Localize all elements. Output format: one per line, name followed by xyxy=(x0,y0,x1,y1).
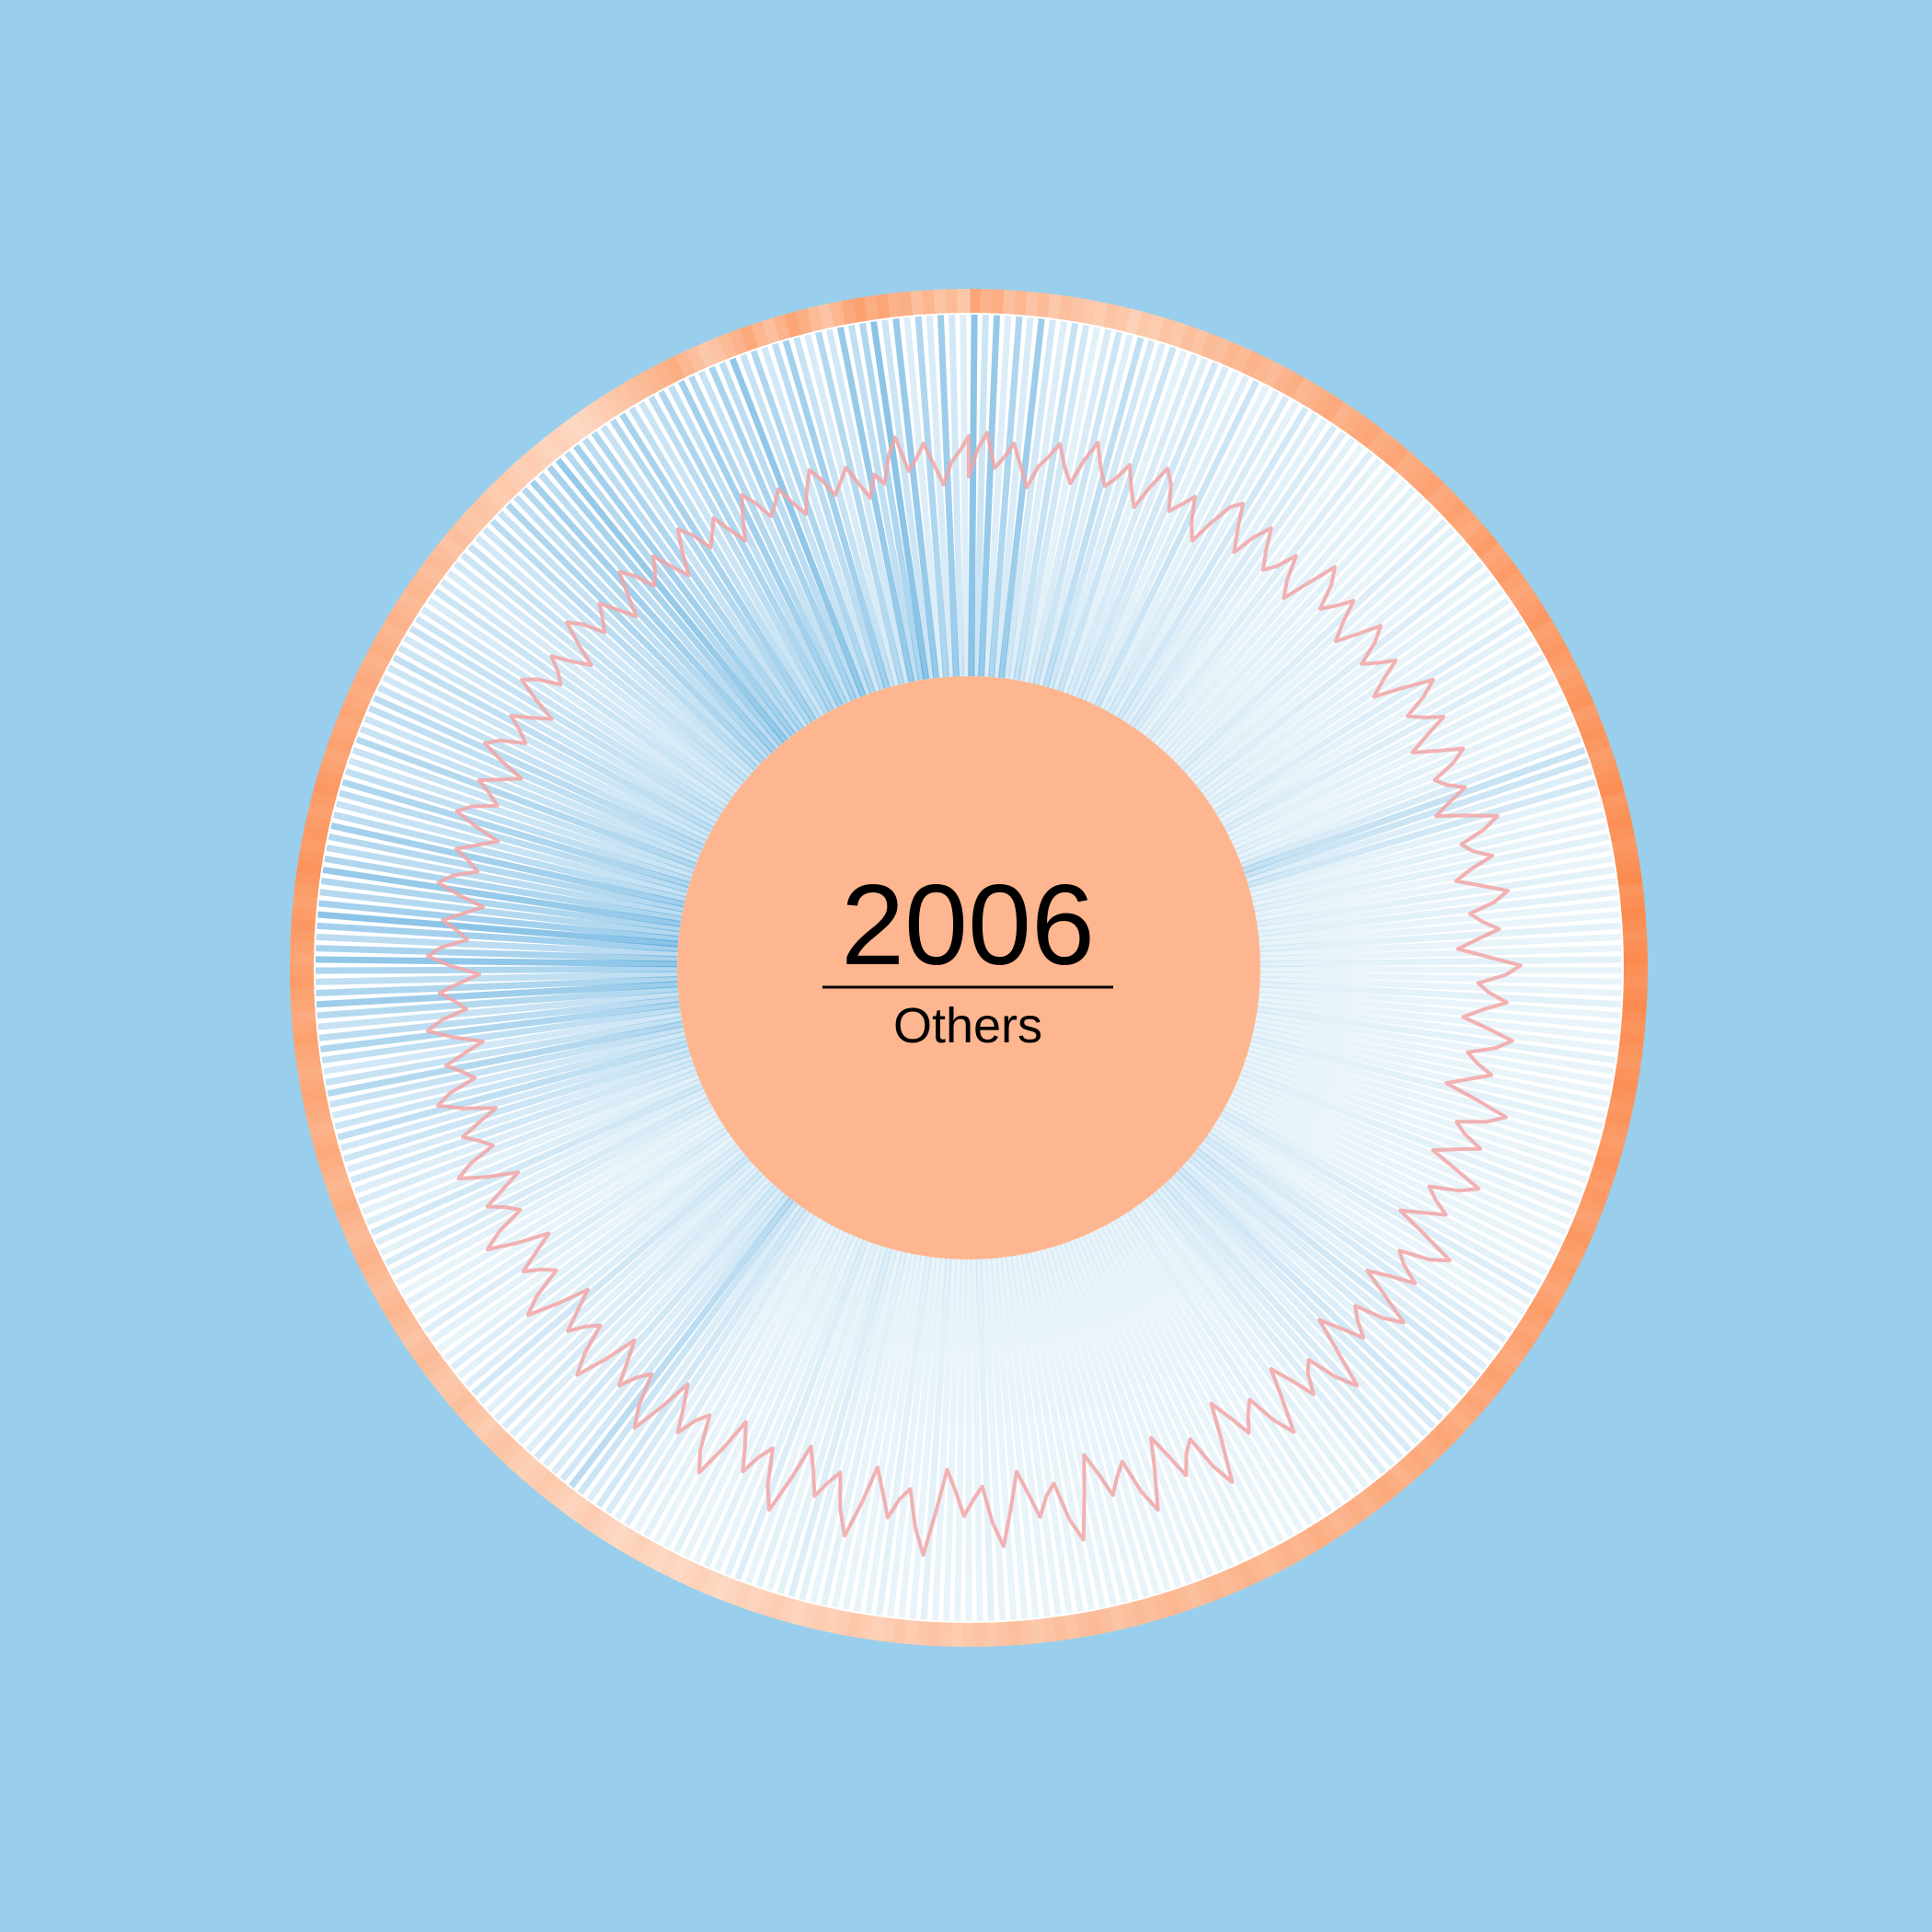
spoke xyxy=(1259,965,1623,974)
spoke xyxy=(968,314,978,677)
ring-segment xyxy=(969,289,983,317)
radial-chart: 2006 Others xyxy=(290,289,1649,1648)
spoke xyxy=(960,314,970,677)
ring-segment xyxy=(290,974,318,989)
ring-segment xyxy=(949,1618,963,1647)
ring-segment xyxy=(957,289,971,317)
ring-segment xyxy=(972,1618,987,1647)
ring-segment xyxy=(290,985,318,1000)
ring-segment xyxy=(290,963,318,977)
ring-segment xyxy=(1619,953,1648,967)
center-category-label: Others xyxy=(893,998,1042,1053)
ring-segment xyxy=(1619,964,1649,979)
ring-segment xyxy=(290,951,318,965)
radial-chart-view: 2006 Others xyxy=(0,0,1932,1932)
spoke xyxy=(315,965,678,974)
ring-segment xyxy=(945,289,960,317)
ring-segment xyxy=(961,1618,975,1648)
center-year-label: 2006 xyxy=(841,862,1095,989)
ring-segment xyxy=(983,1618,998,1647)
ring-segment xyxy=(1619,941,1648,956)
